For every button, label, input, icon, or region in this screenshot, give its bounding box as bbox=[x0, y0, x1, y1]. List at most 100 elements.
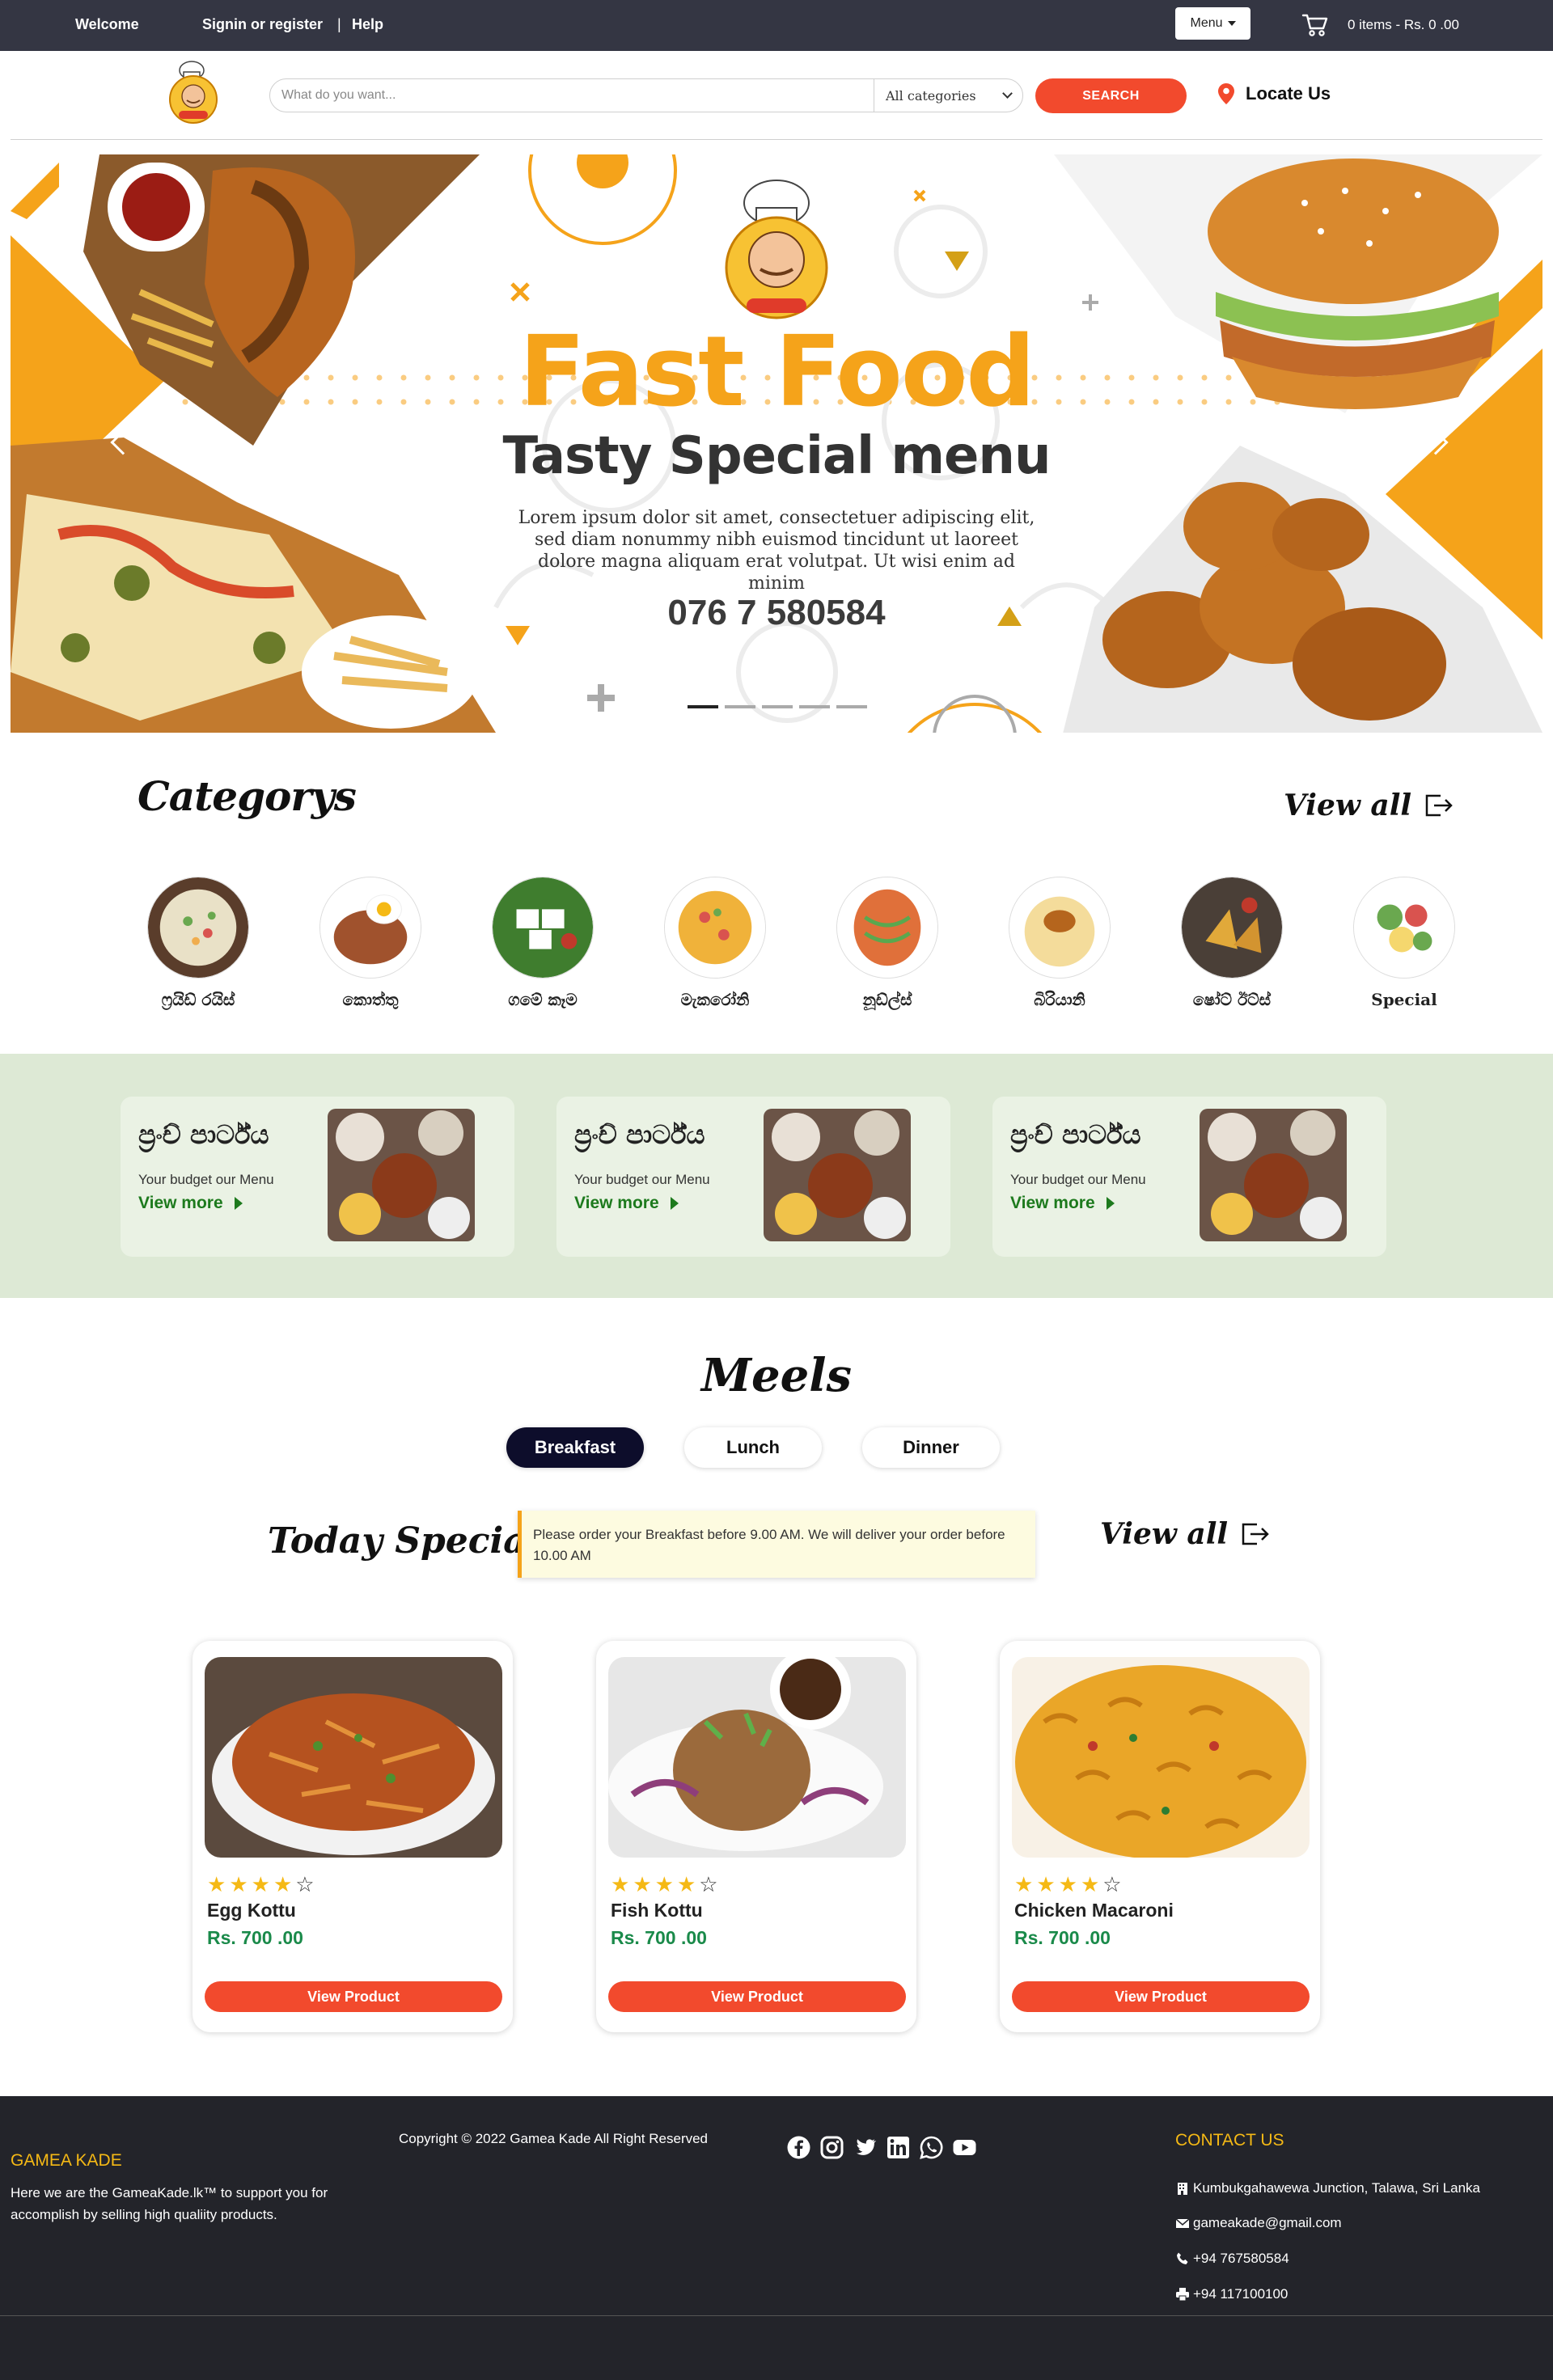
tab-lunch[interactable]: Lunch bbox=[684, 1427, 822, 1468]
star-outline-icon: ☆ bbox=[295, 1873, 315, 1897]
header-divider bbox=[11, 139, 1542, 140]
promo-card[interactable]: ප්‍රංච් පාර්ට්ය Your budget our Menu Vie… bbox=[556, 1097, 950, 1257]
youtube-icon[interactable] bbox=[952, 2135, 977, 2160]
category-item[interactable]: ගමේ කෑම bbox=[474, 877, 611, 1009]
topbar-separator: | bbox=[337, 16, 341, 32]
contact-phone[interactable]: +94 767580584 bbox=[1175, 2251, 1289, 2267]
contact-fax-text: +94 117100100 bbox=[1193, 2286, 1289, 2302]
star-filled-icon: ★ bbox=[229, 1873, 248, 1897]
meal-tabs: Breakfast Lunch Dinner bbox=[506, 1427, 1000, 1468]
short-eats-image bbox=[1181, 877, 1283, 979]
star-filled-icon: ★ bbox=[1036, 1873, 1056, 1897]
header: All categories SEARCH Locate Us bbox=[0, 51, 1553, 140]
promo-subtitle: Your budget our Menu bbox=[138, 1172, 274, 1187]
view-more-link[interactable]: View more bbox=[574, 1194, 679, 1213]
category-item[interactable]: ෂෝට් ඊට්ස් bbox=[1163, 877, 1301, 1009]
meals-view-all-link[interactable]: View all bbox=[1100, 1517, 1270, 1551]
linkedin-icon[interactable] bbox=[886, 2135, 911, 2160]
noodles-image bbox=[836, 877, 938, 979]
whatsapp-icon[interactable] bbox=[919, 2135, 944, 2160]
carousel-dot[interactable] bbox=[762, 705, 793, 708]
category-label: Special bbox=[1371, 990, 1437, 1009]
welcome-text: Welcome bbox=[75, 16, 139, 32]
play-arrow-icon bbox=[670, 1197, 679, 1210]
search-input[interactable] bbox=[281, 84, 872, 107]
view-more-link[interactable]: View more bbox=[1010, 1194, 1115, 1213]
view-product-button[interactable]: View Product bbox=[1012, 1981, 1310, 2012]
category-list: ෆ්‍රයිඩ් රයිස් කොත්තු ගමේ කෑම මැකරෝනි නූ… bbox=[129, 877, 1456, 1009]
carousel-dot[interactable] bbox=[799, 705, 830, 708]
rating-stars: ★ ★ ★ ★ ☆ bbox=[207, 1875, 315, 1896]
product-card: ★ ★ ★ ★ ☆ Chicken Macaroni Rs. 700 .00 V… bbox=[1000, 1641, 1320, 2032]
tab-dinner[interactable]: Dinner bbox=[862, 1427, 1000, 1468]
promo-food-image bbox=[764, 1109, 911, 1241]
fried-rice-image bbox=[147, 877, 249, 979]
categories-title: Categorys bbox=[138, 772, 357, 820]
view-all-label: View all bbox=[1284, 788, 1412, 822]
rating-stars: ★ ★ ★ ★ ☆ bbox=[611, 1875, 718, 1896]
fish-kottu-image bbox=[608, 1657, 906, 1858]
tab-breakfast[interactable]: Breakfast bbox=[506, 1427, 644, 1468]
star-filled-icon: ★ bbox=[633, 1873, 652, 1897]
carousel-dot[interactable] bbox=[725, 705, 755, 708]
location-pin-icon bbox=[1218, 83, 1234, 104]
category-item[interactable]: ෆ්‍රයිඩ් රයිස් bbox=[129, 877, 267, 1009]
play-arrow-icon bbox=[1106, 1197, 1115, 1210]
star-filled-icon: ★ bbox=[1014, 1873, 1034, 1897]
promo-food-image bbox=[1200, 1109, 1347, 1241]
footer-description: Here we are the GameaKade.lk™ to support… bbox=[11, 2185, 328, 2222]
instagram-icon[interactable] bbox=[819, 2135, 844, 2160]
facebook-icon[interactable] bbox=[786, 2135, 811, 2160]
search-button[interactable]: SEARCH bbox=[1035, 78, 1187, 113]
promo-card[interactable]: ප්‍රංච් පාර්ට්ය Your budget our Menu Vie… bbox=[121, 1097, 514, 1257]
today-special-title: Today Special bbox=[268, 1520, 540, 1562]
cart-icon[interactable] bbox=[1301, 11, 1329, 39]
footer-divider bbox=[0, 2315, 1553, 2316]
product-price: Rs. 700 .00 bbox=[1014, 1927, 1111, 1948]
promo-card[interactable]: ප්‍රංච් පාර්ට්ය Your budget our Menu Vie… bbox=[992, 1097, 1386, 1257]
star-outline-icon: ☆ bbox=[1102, 1873, 1122, 1897]
category-item[interactable]: නූඩ්ල්ස් bbox=[819, 877, 956, 1009]
category-label: මැකරෝනි bbox=[680, 990, 750, 1009]
cart-summary[interactable]: 0 items - Rs. 0 .00 bbox=[1348, 17, 1459, 33]
view-product-button[interactable]: View Product bbox=[608, 1981, 906, 2012]
order-notice: Please order your Breakfast before 9.00 … bbox=[518, 1511, 1035, 1578]
category-label: ගමේ කෑම bbox=[508, 990, 578, 1009]
category-label: කොත්තු bbox=[342, 990, 399, 1009]
view-more-label: View more bbox=[1010, 1194, 1095, 1212]
category-item[interactable]: මැකරෝනි bbox=[646, 877, 784, 1009]
signin-link[interactable]: Signin or register bbox=[202, 16, 323, 33]
hero-description: Lorem ipsum dolor sit amet, consectetuer… bbox=[518, 508, 1035, 594]
footer-copyright: Copyright © 2022 Gamea Kade All Right Re… bbox=[399, 2131, 709, 2146]
star-filled-icon: ★ bbox=[1080, 1873, 1100, 1897]
category-item[interactable]: බිරියානි bbox=[991, 877, 1128, 1009]
phone-icon bbox=[1177, 2252, 1188, 2264]
star-filled-icon: ★ bbox=[676, 1873, 696, 1897]
view-more-link[interactable]: View more bbox=[138, 1194, 243, 1213]
chef-logo[interactable] bbox=[167, 57, 219, 127]
carousel-dot[interactable] bbox=[688, 705, 718, 708]
hero-banner: Fast Food Tasty Special menu Lorem ipsum… bbox=[11, 154, 1542, 733]
categories-view-all-link[interactable]: View all bbox=[1284, 788, 1454, 822]
category-item[interactable]: Special bbox=[1335, 877, 1473, 1009]
menu-dropdown-button[interactable]: Menu bbox=[1175, 7, 1250, 40]
help-link[interactable]: Help bbox=[352, 16, 383, 33]
locate-us-link[interactable]: Locate Us bbox=[1218, 83, 1331, 104]
carousel-dot[interactable] bbox=[836, 705, 867, 708]
menu-label: Menu bbox=[1190, 16, 1223, 30]
star-filled-icon: ★ bbox=[611, 1873, 630, 1897]
locate-us-label: Locate Us bbox=[1246, 83, 1331, 104]
category-select[interactable]: All categories bbox=[874, 79, 1024, 112]
twitter-icon[interactable] bbox=[853, 2135, 878, 2160]
carousel-indicators bbox=[688, 705, 867, 708]
egg-kottu-image bbox=[205, 1657, 502, 1858]
contact-email[interactable]: gameakade@gmail.com bbox=[1175, 2215, 1342, 2231]
view-product-button[interactable]: View Product bbox=[205, 1981, 502, 2012]
product-name: Chicken Macaroni bbox=[1014, 1900, 1174, 1921]
category-item[interactable]: කොත්තු bbox=[302, 877, 439, 1009]
view-all-label: View all bbox=[1100, 1517, 1229, 1551]
special-salad-image bbox=[1353, 877, 1455, 979]
star-filled-icon: ★ bbox=[654, 1873, 674, 1897]
category-select-value: All categories bbox=[886, 87, 976, 104]
search-bar: All categories bbox=[269, 78, 1023, 112]
